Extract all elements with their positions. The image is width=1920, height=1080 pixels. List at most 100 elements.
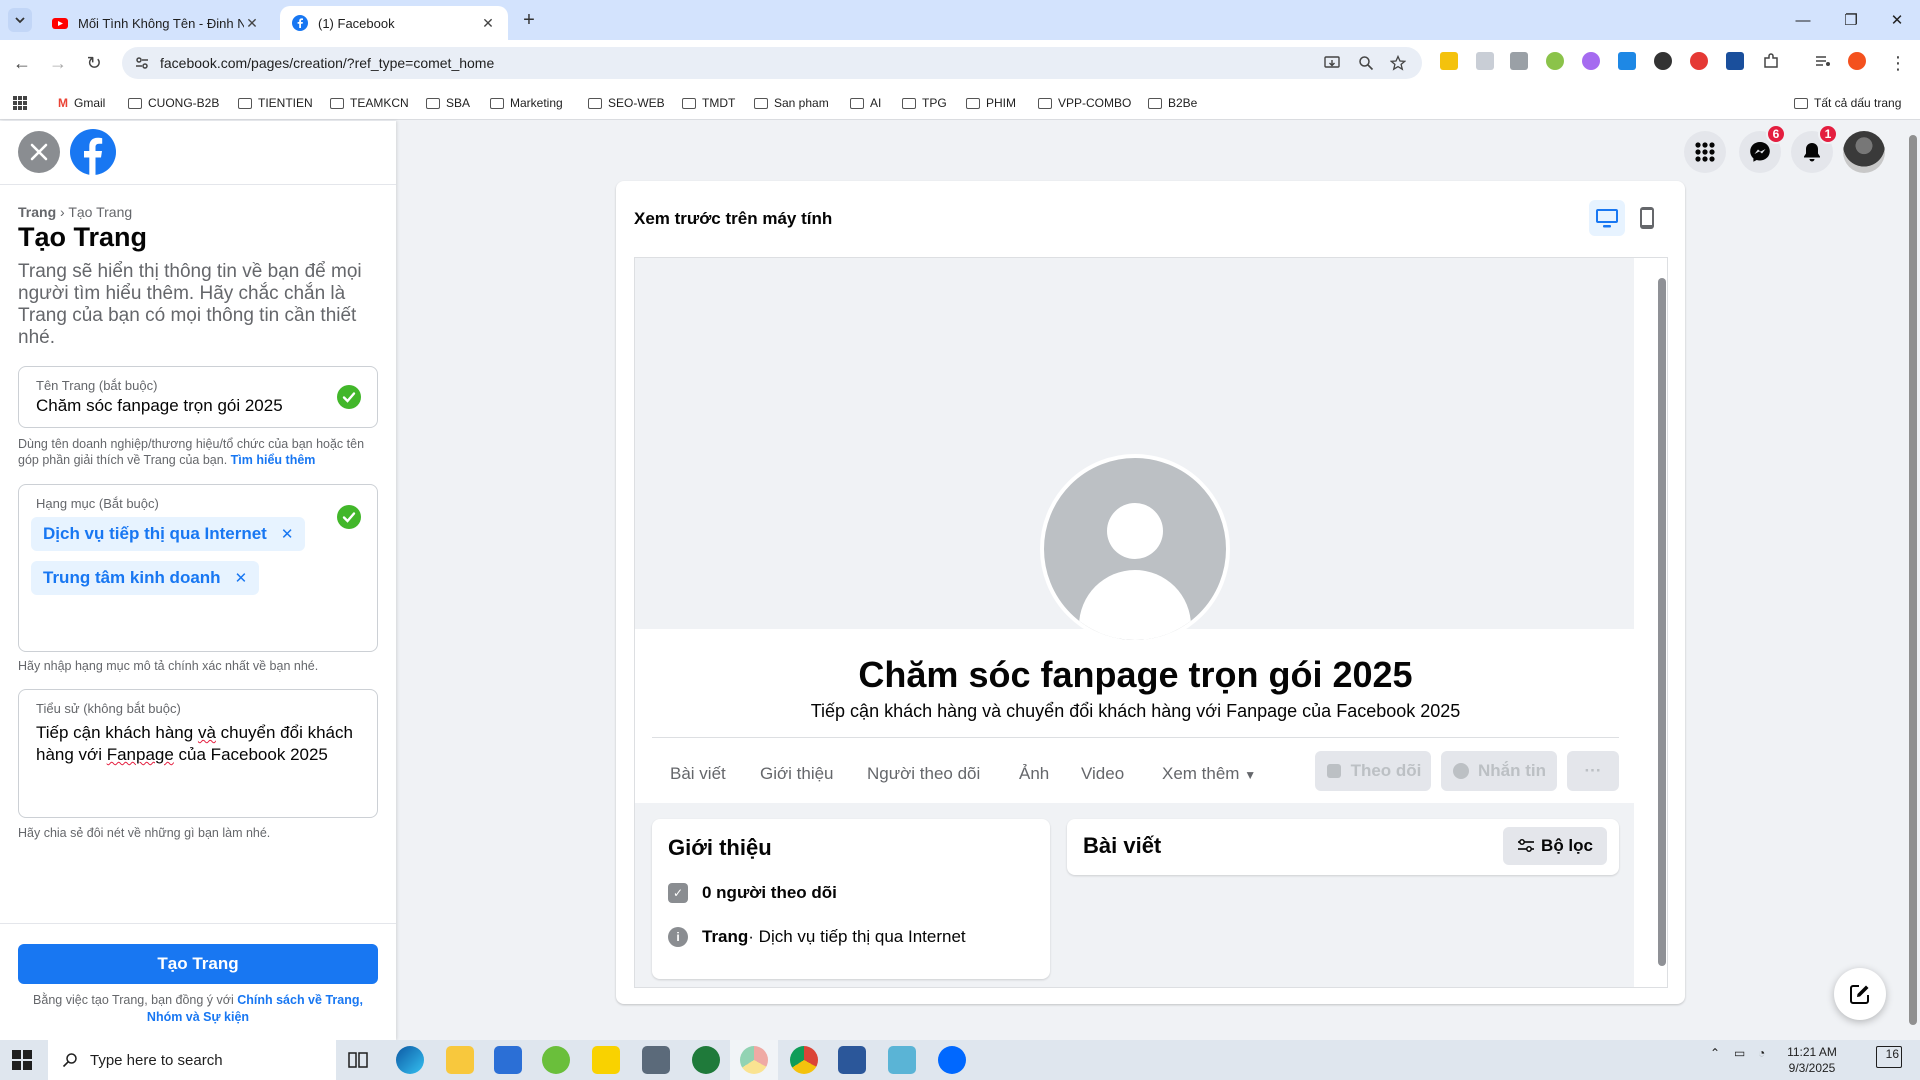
scroll-thumb[interactable] xyxy=(1658,278,1666,966)
bookmark-folder[interactable]: SBA xyxy=(426,94,470,112)
taskbar-search[interactable]: Type here to search xyxy=(48,1040,336,1080)
extension-icon[interactable] xyxy=(1582,52,1600,70)
store-icon[interactable] xyxy=(494,1046,522,1074)
system-clock[interactable]: 11:21 AM 9/3/2025 xyxy=(1774,1044,1850,1076)
zoom-icon[interactable] xyxy=(1358,55,1374,71)
address-bar[interactable]: facebook.com/pages/creation/?ref_type=co… xyxy=(122,47,1422,79)
bookmark-folder[interactable]: TMDT xyxy=(682,94,735,112)
notifications-button[interactable]: 1 xyxy=(1791,124,1838,173)
close-tab-icon[interactable]: ✕ xyxy=(480,15,496,31)
new-tab-button[interactable]: + xyxy=(518,9,540,31)
remove-chip-icon[interactable]: ✕ xyxy=(235,569,248,587)
tab-search-button[interactable] xyxy=(8,8,32,32)
category-chip[interactable]: Trung tâm kinh doanh ✕ xyxy=(31,561,260,595)
minimize-button[interactable]: — xyxy=(1780,0,1826,40)
notification-center-icon[interactable]: 16 xyxy=(1876,1046,1902,1068)
bookmark-folder[interactable]: Marketing xyxy=(490,94,563,112)
page-name-input[interactable]: Chăm sóc fanpage trọn gói 2025 xyxy=(36,396,283,416)
word-icon[interactable] xyxy=(838,1046,866,1074)
task-view-icon[interactable] xyxy=(346,1048,370,1072)
mobile-preview-button[interactable] xyxy=(1629,200,1665,236)
extension-icon[interactable] xyxy=(1654,52,1672,70)
bookmark-folder[interactable]: San pham xyxy=(754,94,829,112)
file-explorer-icon[interactable] xyxy=(446,1046,474,1074)
info-icon: i xyxy=(668,927,688,947)
bookmark-folder[interactable]: CUONG-B2B xyxy=(128,94,219,112)
folder-icon xyxy=(1794,97,1808,109)
browser-menu-icon[interactable]: ⋮ xyxy=(1886,51,1910,75)
messenger-button[interactable]: 6 xyxy=(1739,124,1786,173)
bookmark-folder[interactable]: TIENTIEN xyxy=(238,94,313,112)
battery-icon[interactable]: ▭ xyxy=(1734,1046,1745,1060)
divider xyxy=(0,923,396,924)
folder-icon xyxy=(490,97,504,109)
app-icon[interactable] xyxy=(888,1046,916,1074)
menu-button[interactable] xyxy=(1684,131,1726,173)
bookmark-folder[interactable]: AI xyxy=(850,94,881,112)
app-icon[interactable] xyxy=(692,1046,720,1074)
close-button[interactable] xyxy=(18,131,60,173)
reload-button[interactable]: ↻ xyxy=(82,51,106,75)
bookmark-folder[interactable]: B2Be xyxy=(1148,94,1197,112)
back-button[interactable]: ← xyxy=(10,51,34,75)
media-controls-icon[interactable] xyxy=(1814,52,1832,70)
learn-more-link[interactable]: Tìm hiểu thêm xyxy=(231,453,316,467)
chrome-icon[interactable] xyxy=(790,1046,818,1074)
site-info-icon[interactable] xyxy=(134,55,150,71)
bookmark-folder[interactable]: PHIM xyxy=(966,94,1016,112)
search-icon xyxy=(62,1053,77,1068)
bookmark-star-icon[interactable] xyxy=(1390,55,1406,71)
forward-button[interactable]: → xyxy=(46,51,70,75)
app-icon[interactable] xyxy=(592,1046,620,1074)
extension-icon[interactable] xyxy=(1510,52,1528,70)
page-name-field[interactable]: Tên Trang (bắt buộc) Chăm sóc fanpage tr… xyxy=(18,366,378,428)
bookmark-folder[interactable]: VPP-COMBO xyxy=(1038,94,1131,112)
desktop-preview-button[interactable] xyxy=(1589,200,1625,236)
page-scrollbar[interactable] xyxy=(1906,121,1920,1040)
account-avatar[interactable] xyxy=(1843,131,1885,173)
bookmark-gmail[interactable]: M Gmail xyxy=(58,94,105,112)
browser-tab-facebook[interactable]: (1) Facebook ✕ xyxy=(280,6,508,40)
bookmark-folder[interactable]: TPG xyxy=(902,94,947,112)
install-app-icon[interactable] xyxy=(1324,55,1340,71)
restore-button[interactable]: ❐ xyxy=(1828,0,1874,40)
new-message-button[interactable] xyxy=(1834,968,1886,1020)
category-chip[interactable]: Dịch vụ tiếp thị qua Internet ✕ xyxy=(31,517,306,551)
app-icon[interactable] xyxy=(542,1046,570,1074)
desktop-preview-card: Xem trước trên máy tính Chăm sóc fanpage… xyxy=(616,181,1685,1004)
bio-textarea[interactable]: Tiếp cận khách hàng và chuyển đổi khách … xyxy=(36,722,366,766)
extension-icon[interactable] xyxy=(1440,52,1458,70)
close-window-button[interactable]: ✕ xyxy=(1874,0,1920,40)
extension-icon[interactable] xyxy=(1476,52,1494,70)
wifi-icon[interactable]: ◔ xyxy=(1758,1046,1765,1060)
zalo-icon[interactable] xyxy=(938,1046,966,1074)
puzzle-extensions-icon[interactable] xyxy=(1762,52,1780,70)
scroll-thumb[interactable] xyxy=(1909,135,1917,1025)
camera-icon[interactable] xyxy=(642,1046,670,1074)
bookmark-folder[interactable]: TEAMKCN xyxy=(330,94,409,112)
windows-start-icon[interactable] xyxy=(12,1050,32,1070)
category-field[interactable]: Hạng mục (Bắt buộc) Dịch vụ tiếp thị qua… xyxy=(18,484,378,652)
browser-tab-youtube[interactable]: Mối Tình Không Tên - Đinh Ng ✕ xyxy=(40,6,272,40)
create-page-button[interactable]: Tạo Trang xyxy=(18,944,378,984)
preview-tab-posts: Bài viết xyxy=(670,764,726,783)
extension-icon[interactable] xyxy=(1690,52,1708,70)
bookmark-folder[interactable]: SEO-WEB xyxy=(588,94,665,112)
preview-scrollbar[interactable] xyxy=(1634,258,1667,987)
create-page-sidebar: Trang › Tạo Trang Tạo Trang Trang sẽ hiể… xyxy=(0,121,396,1040)
all-bookmarks[interactable]: Tất cả dấu trang xyxy=(1794,94,1901,112)
close-tab-icon[interactable]: ✕ xyxy=(244,15,260,31)
desktop-icon xyxy=(1596,209,1618,228)
breadcrumb-root[interactable]: Trang xyxy=(18,204,56,220)
extension-icon[interactable] xyxy=(1546,52,1564,70)
apps-grid-icon[interactable] xyxy=(12,94,28,112)
bio-field[interactable]: Tiểu sử (không bắt buộc) Tiếp cận khách … xyxy=(18,689,378,818)
remove-chip-icon[interactable]: ✕ xyxy=(281,525,294,543)
extension-icon[interactable] xyxy=(1726,52,1744,70)
edge-icon[interactable] xyxy=(396,1046,424,1074)
profile-avatar-icon[interactable] xyxy=(1848,52,1866,70)
extension-icon[interactable] xyxy=(1618,52,1636,70)
tray-chevron-icon[interactable]: ⌃ xyxy=(1710,1046,1720,1060)
facebook-logo[interactable] xyxy=(70,129,116,175)
followers-check-icon: ✓ xyxy=(668,883,688,903)
